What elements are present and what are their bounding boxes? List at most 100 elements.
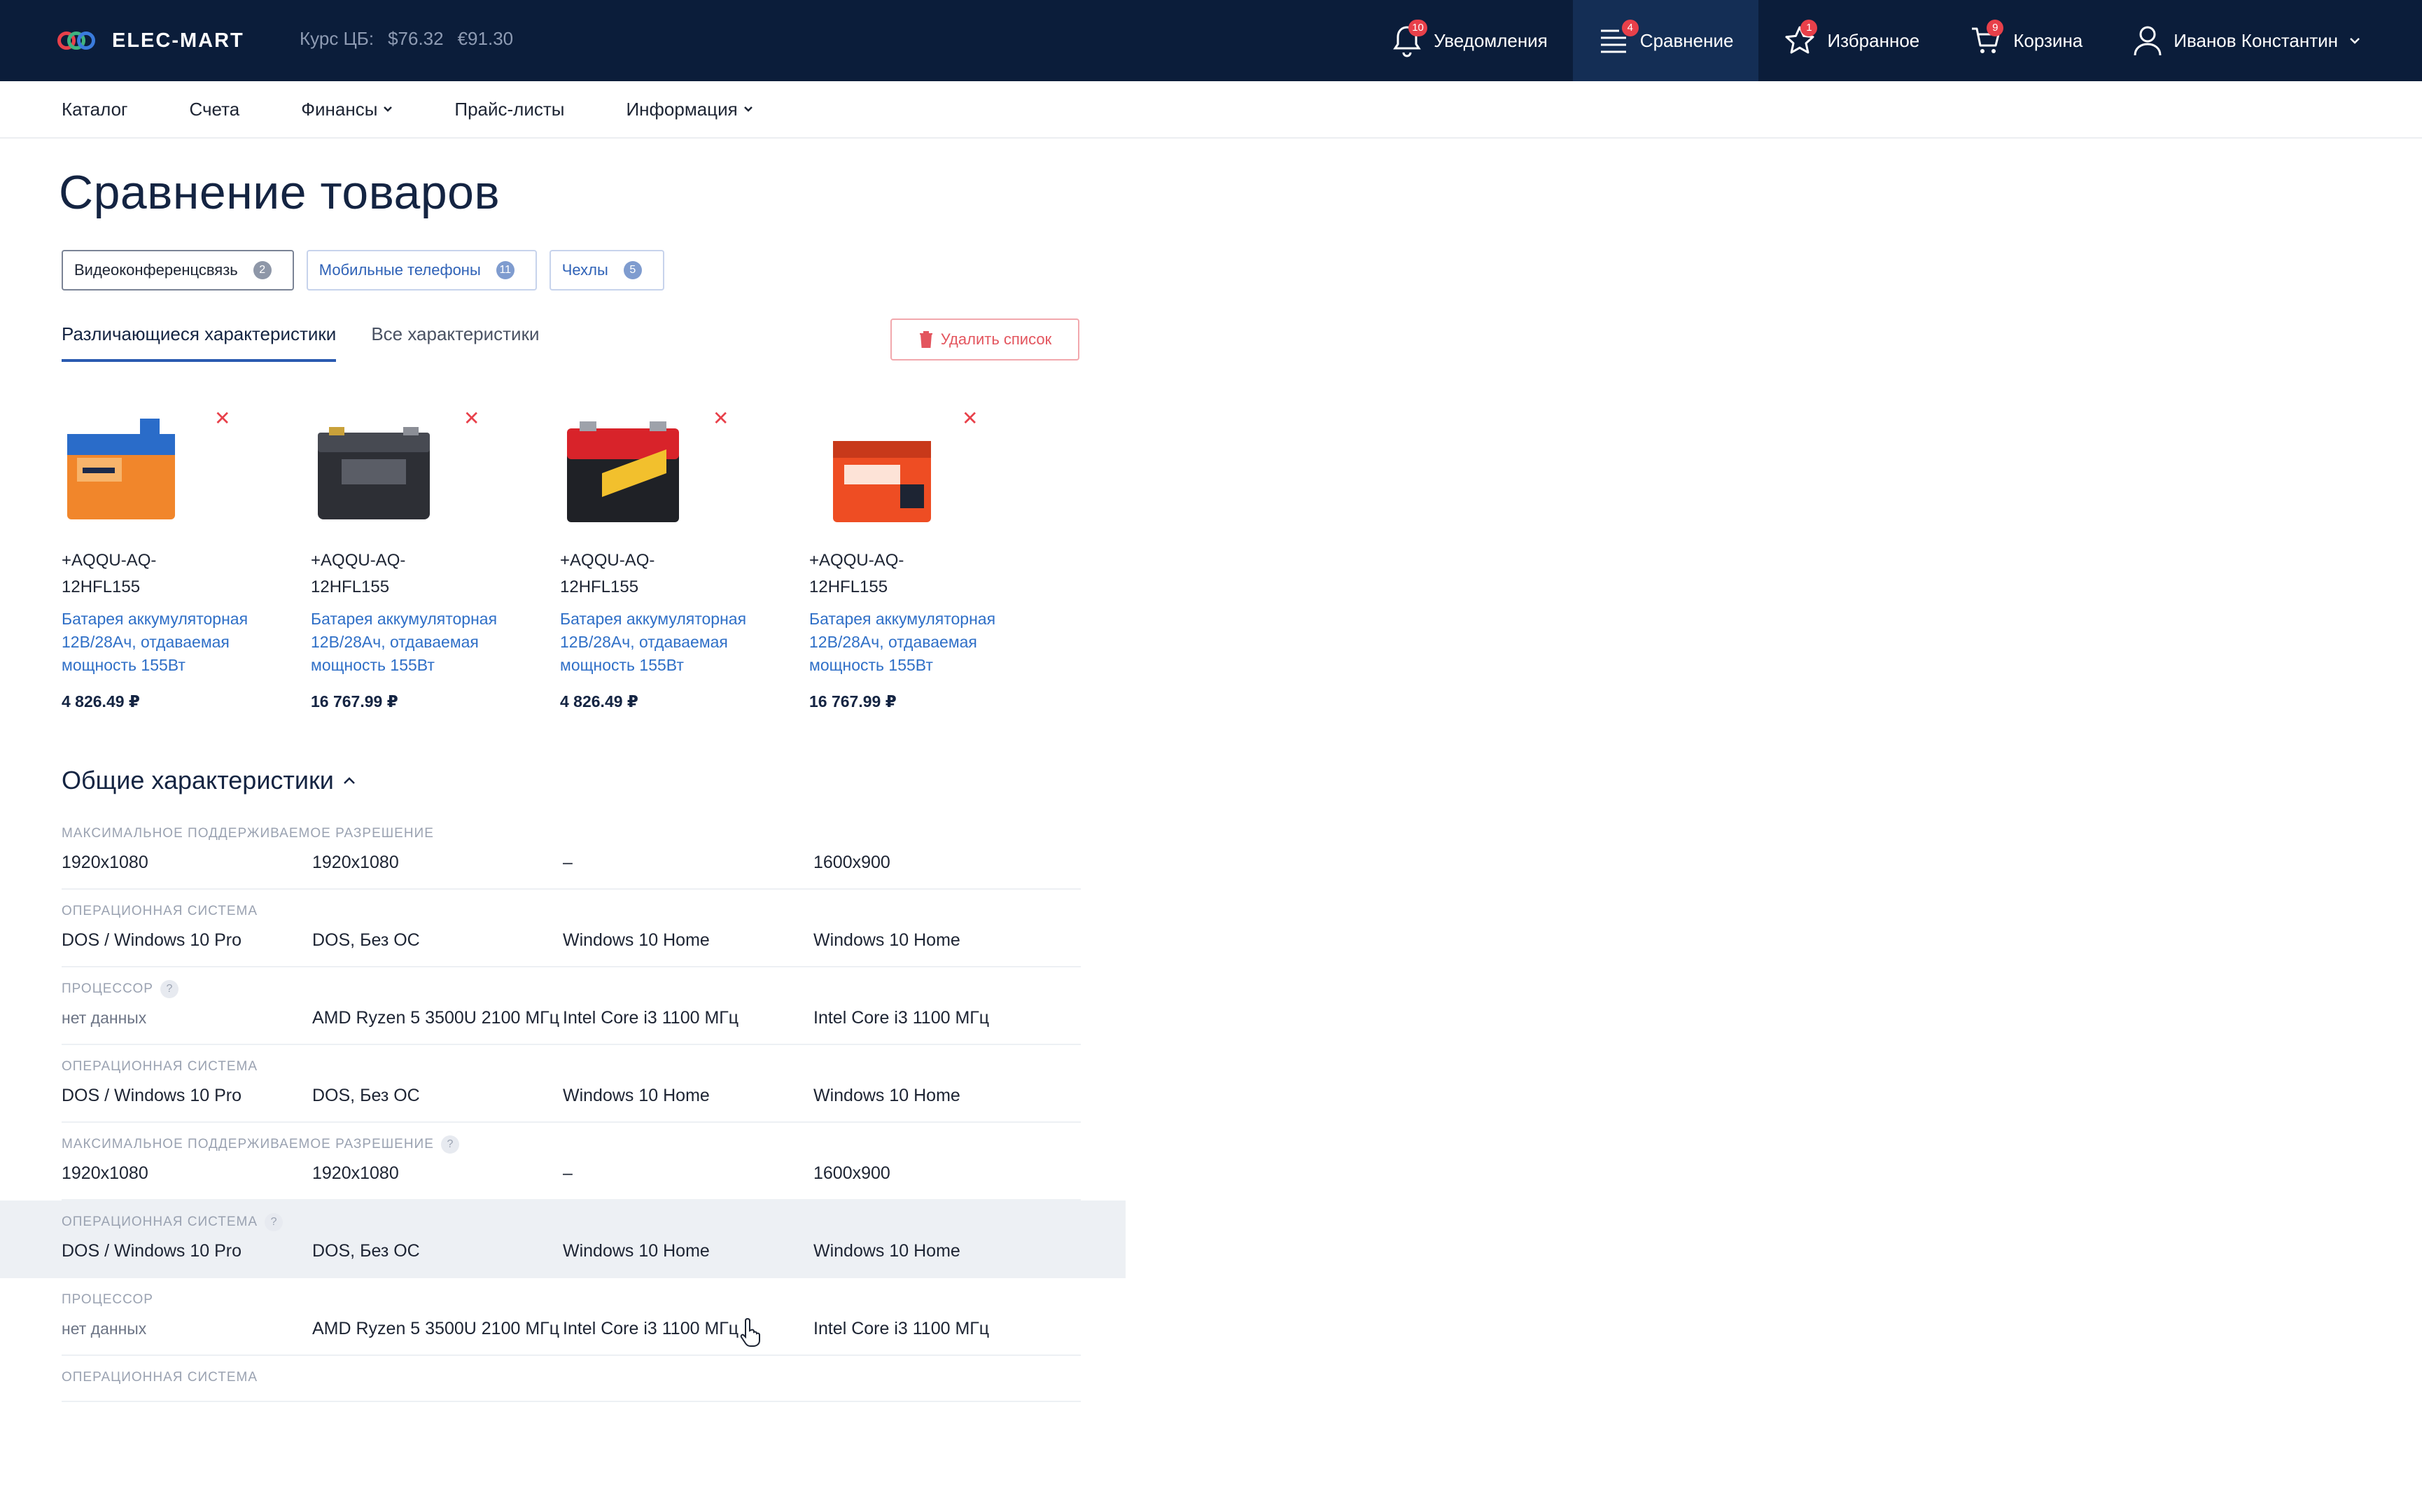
subnav-label: Информация [626,98,738,120]
spec-row: Операционная система DOS / Windows 10 Pro… [0,890,1081,967]
product-sku: +AQQU-AQ-12HFL155 [62,551,157,596]
compare-tabs: Различающиеся характеристики Все характе… [62,323,539,362]
product-name-link[interactable]: Батарея аккумуляторная 12В/28Ач, отдавае… [809,608,1019,677]
rate-eur: €91.30 [457,28,514,49]
spec-row: Процессор? нет данных AMD Ryzen 5 3500U 21… [0,967,1081,1045]
compare-button[interactable]: 4 Сравнение [1572,0,1759,81]
spec-value: AMD Ryzen 5 3500U 2100 МГц [312,1319,560,1338]
remove-product-button[interactable]: ✕ [463,409,479,428]
spec-label-text: Операционная система [62,1214,258,1229]
product-price: 16 767.99 ₽ [311,692,398,710]
tab-differing[interactable]: Различающиеся характеристики [62,323,337,362]
spec-value: 1920x1080 [62,853,148,872]
chip-videoconference[interactable]: Видеоконференцсвязь 2 [62,250,294,290]
spec-row: Операционная система? DOS / Windows 10 Pr… [0,1200,1126,1278]
spec-value: Windows 10 Home [813,930,960,950]
spec-label: Процессор? [62,980,1081,998]
hand-cursor-icon [740,1317,760,1347]
user-menu-button[interactable]: Иванов Константин [2108,0,2422,81]
spec-label-text: Максимальное поддерживаемое разрешение [62,826,434,841]
subnav-label: Финансы [301,98,378,120]
spec-label-text: Процессор [62,1292,153,1307]
spec-label: Операционная система [62,902,1081,920]
remove-product-button[interactable]: ✕ [962,409,978,428]
subnav-item-catalog[interactable]: Каталог [62,99,128,120]
product-card: ✕ +AQQU-AQ-12HFL155 Батарея аккумуляторн… [560,406,809,711]
chip-count: 11 [496,261,514,279]
spec-value: 1920x1080 [62,1163,148,1183]
chevron-up-icon [344,777,355,784]
spec-value: AMD Ryzen 5 3500U 2100 МГц [312,1008,560,1028]
product-sku: +AQQU-AQ-12HFL155 [809,551,904,596]
spec-value: Intel Core i3 1100 МГц [563,1319,739,1338]
remove-product-button[interactable]: ✕ [713,409,729,428]
product-card: ✕ +AQQU-AQ-12HFL155 Батарея аккумуляторн… [809,406,1058,711]
spec-label: Процессор [62,1291,1081,1309]
chip-label: Чехлы [561,261,608,279]
logo[interactable]: ELEC-MART [57,27,244,55]
notifications-button[interactable]: 10 Уведомления [1366,0,1573,81]
chevron-down-icon [743,106,752,112]
spec-label-text: Операционная система [62,904,258,918]
product-image[interactable] [62,406,188,532]
spec-label-text: Процессор [62,981,153,996]
product-image[interactable] [809,406,935,532]
spec-label-text: Максимальное поддерживаемое разрешение [62,1137,434,1152]
product-list: ✕ +AQQU-AQ-12HFL155 Батарея аккумуляторн… [62,406,1058,711]
spec-value: Windows 10 Home [813,1086,960,1105]
section-toggle[interactable]: Общие характеристики [62,766,356,795]
spec-label: Операционная система [62,1058,1081,1076]
product-sku: +AQQU-AQ-12HFL155 [311,551,406,596]
cart-button[interactable]: 9 Корзина [1945,0,2108,81]
page-title: Сравнение товаров [59,166,500,219]
compare-label: Сравнение [1639,29,1734,51]
notifications-label: Уведомления [1434,29,1548,51]
chip-mobile-phones[interactable]: Мобильные телефоны 11 [306,250,537,290]
user-name: Иванов Константин [2174,29,2338,51]
subnav-item-price-lists[interactable]: Прайс-листы [454,99,564,120]
product-name-link[interactable]: Батарея аккумуляторная 12В/28Ач, отдавае… [311,608,521,677]
user-icon [2134,26,2162,56]
favorites-button[interactable]: 1 Избранное [1758,0,1945,81]
spec-value: DOS, Без ОС [312,930,420,950]
product-card: ✕ +AQQU-AQ-12HFL155 Батарея аккумуляторн… [311,406,560,711]
product-name-link[interactable]: Батарея аккумуляторная 12В/28Ач, отдавае… [62,608,272,677]
product-image[interactable] [311,406,437,532]
spec-value: DOS, Без ОС [312,1086,420,1105]
remove-product-button[interactable]: ✕ [214,409,230,428]
spec-value: – [563,853,573,872]
spec-label: Операционная система [62,1368,1081,1387]
subnav-label: Каталог [62,98,128,120]
product-image[interactable] [560,406,686,532]
subnav-item-invoices[interactable]: Счета [190,99,240,120]
spec-row: Процессор нет данных AMD Ryzen 5 3500U 210… [0,1278,1081,1356]
help-icon[interactable]: ? [440,1135,459,1154]
spec-value: Windows 10 Home [563,930,710,950]
spec-row: Операционная система [0,1356,1081,1402]
compare-badge: 4 [1621,20,1639,36]
tab-all[interactable]: Все характеристики [371,323,539,362]
chip-count: 5 [623,261,642,279]
delete-list-button[interactable]: Удалить список [890,318,1079,360]
spec-value: Intel Core i3 1100 МГц [563,1008,739,1028]
cart-label: Корзина [2013,29,2083,51]
spec-value: 1920x1080 [312,853,399,872]
product-price: 16 767.99 ₽ [809,692,897,710]
product-name-link[interactable]: Батарея аккумуляторная 12В/28Ач, отдавае… [560,608,770,677]
category-chips: Видеоконференцсвязь 2 Мобильные телефоны… [62,250,664,290]
spec-row: Операционная система DOS / Windows 10 Pro… [0,1045,1081,1123]
rate-label: Курс ЦБ: [300,28,374,49]
spec-value: DOS / Windows 10 Pro [62,930,242,950]
chip-label: Видеоконференцсвязь [74,261,238,279]
product-card: ✕ +AQQU-AQ-12HFL155 Батарея аккумуляторн… [62,406,311,711]
subnav-item-finance[interactable]: Финансы [301,99,393,120]
chip-cases[interactable]: Чехлы 5 [549,250,664,290]
spec-label: Операционная система? [62,1213,1126,1231]
spec-value: DOS, Без ОС [312,1241,420,1261]
help-icon[interactable]: ? [160,980,178,998]
subnav-item-info[interactable]: Информация [626,99,752,120]
help-icon[interactable]: ? [265,1213,284,1231]
product-price: 4 826.49 ₽ [62,692,140,710]
subnav-label: Счета [189,98,240,120]
section-title: Общие характеристики [62,766,334,794]
